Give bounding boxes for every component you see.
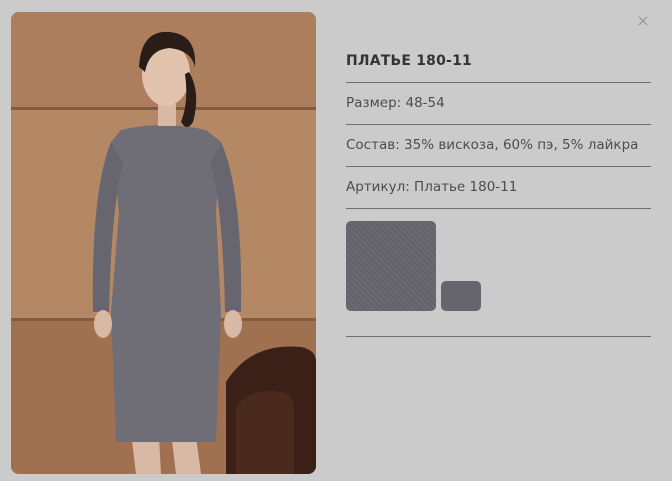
divider (346, 208, 651, 209)
product-article: Артикул: Платье 180-11 (346, 179, 518, 195)
product-size: Размер: 48-54 (346, 95, 445, 111)
close-icon[interactable]: × (634, 12, 652, 30)
divider (346, 82, 651, 83)
divider (346, 336, 651, 337)
color-swatch-large[interactable] (346, 221, 436, 311)
divider (346, 124, 651, 125)
product-composition: Состав: 35% вискоза, 60% пэ, 5% лайкра (346, 137, 639, 153)
product-photo (11, 12, 316, 474)
product-title: ПЛАТЬЕ 180-11 (346, 53, 472, 69)
color-swatch-small[interactable] (441, 281, 481, 311)
divider (346, 166, 651, 167)
